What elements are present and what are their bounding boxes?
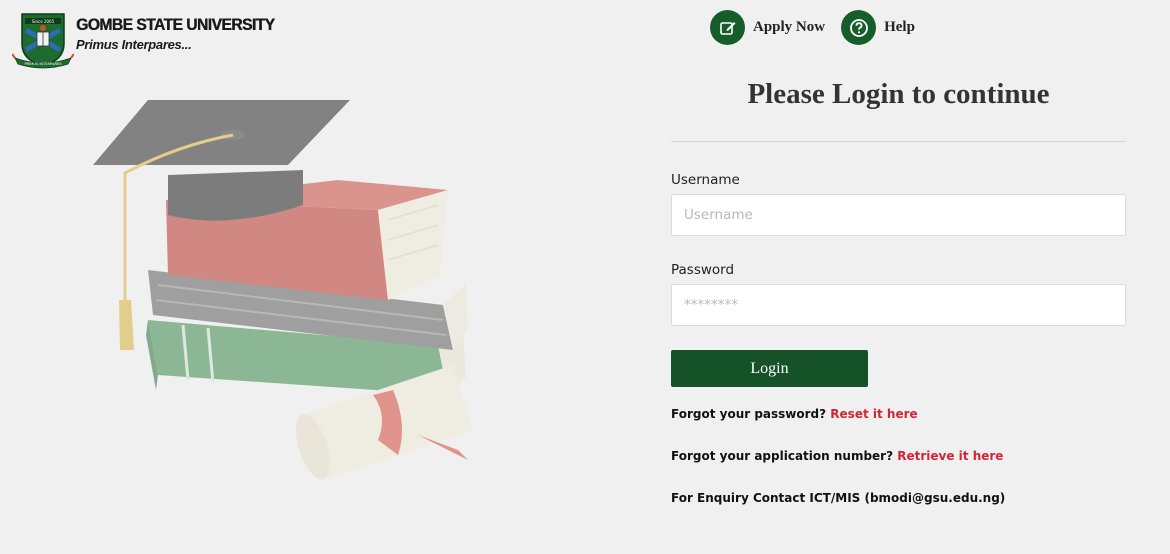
forgot-application-number-row: Forgot your application number? Retrieve…: [671, 449, 1126, 463]
retrieve-application-number-link[interactable]: Retrieve it here: [897, 449, 1003, 463]
apply-now-label: Apply Now: [753, 19, 826, 35]
password-input[interactable]: [671, 284, 1126, 326]
question-circle-icon: [841, 10, 877, 45]
login-form: Username Password Login: [671, 172, 1126, 387]
login-title: Please Login to continue: [747, 78, 1050, 110]
graduation-books-illustration: [93, 100, 473, 480]
university-brand: Since 2005 PRIMUS INTERPARES GOMBE STATE…: [12, 10, 292, 72]
forgot-password-row: Forgot your password? Reset it here: [671, 407, 1126, 421]
title-divider: [671, 141, 1126, 142]
svg-text:Since 2005: Since 2005: [32, 19, 55, 24]
login-button[interactable]: Login: [671, 350, 868, 387]
top-nav: Apply Now Help: [710, 10, 931, 45]
edit-icon: [710, 10, 745, 45]
password-label: Password: [671, 262, 735, 278]
svg-text:PRIMUS INTERPARES: PRIMUS INTERPARES: [24, 62, 62, 66]
username-label: Username: [671, 172, 740, 188]
username-input[interactable]: [671, 194, 1126, 236]
forgot-application-number-text: Forgot your application number?: [671, 449, 894, 463]
university-name: GOMBE STATE UNIVERSITY: [76, 15, 275, 34]
help-link[interactable]: Help: [841, 10, 915, 45]
forgot-password-text: Forgot your password?: [671, 407, 827, 421]
enquiry-contact-text: For Enquiry Contact ICT/MIS (bmodi@gsu.e…: [671, 491, 1006, 505]
login-panel: Please Login to continue Username Passwo…: [671, 70, 1126, 505]
apply-now-link[interactable]: Apply Now: [710, 10, 825, 45]
university-crest-logo: Since 2005 PRIMUS INTERPARES: [12, 13, 74, 69]
help-label: Help: [884, 19, 915, 35]
reset-password-link[interactable]: Reset it here: [830, 407, 917, 421]
university-motto: Primus Interpares...: [76, 37, 192, 52]
